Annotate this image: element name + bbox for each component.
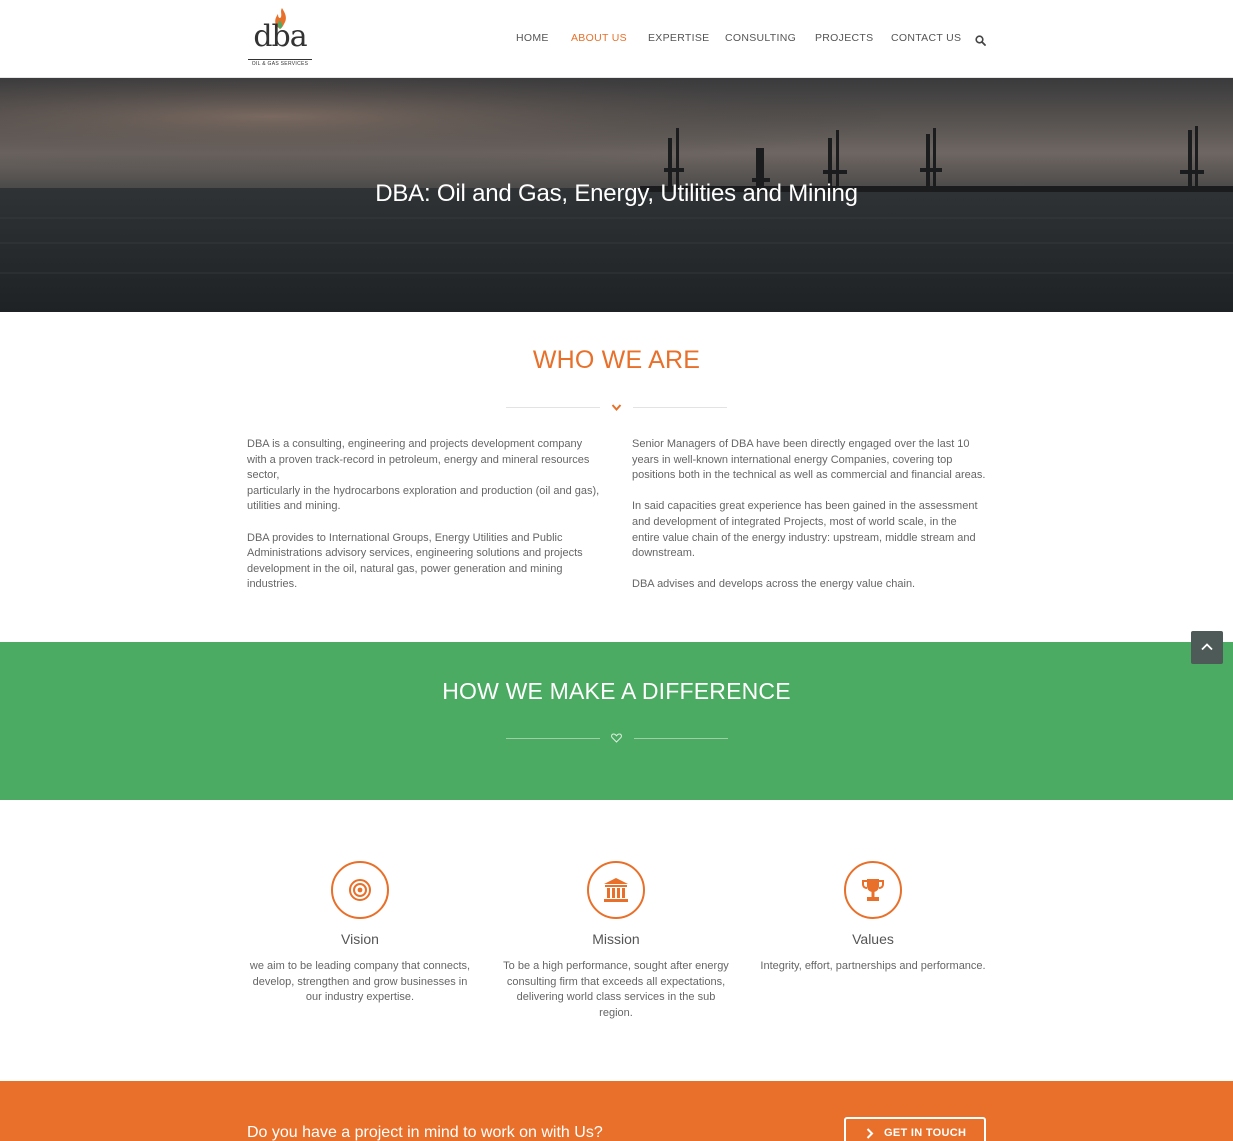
target-icon: [349, 879, 371, 901]
paragraph: DBA provides to International Groups, En…: [247, 531, 583, 591]
logo-subtitle: OIL & GAS SERVICES: [248, 59, 312, 67]
feature-text-mission: To be a high performance, sought after e…: [503, 960, 729, 1019]
paragraph: DBA advises and develops across the ener…: [632, 578, 916, 591]
chevron-right-icon: [866, 1128, 874, 1139]
cta-text: Do you have a project in mind to work on…: [247, 1124, 603, 1141]
feature-icon-circle: [587, 861, 645, 919]
paragraph-text: particularly in the hydrocarbons explora…: [247, 484, 600, 513]
who-we-are-title: WHO WE ARE: [532, 346, 701, 374]
feature-icon-circle: [331, 861, 389, 919]
divider-line: [634, 738, 728, 739]
back-to-top-button[interactable]: [1191, 631, 1223, 664]
difference-title: HOW WE MAKE A DIFFERENCE: [442, 678, 791, 704]
paragraph: In said capacities great experience has …: [632, 500, 978, 560]
who-we-are-right-column: Senior Managers of DBA have been directl…: [632, 437, 987, 609]
paragraph: DBA is a consulting, engineering and pro…: [247, 437, 602, 515]
nav-contact-us[interactable]: CONTACT US: [891, 32, 961, 44]
paragraph: Senior Managers of DBA have been directl…: [632, 438, 986, 482]
feature-title-mission: Mission: [592, 931, 640, 947]
get-in-touch-button[interactable]: GET IN TOUCH: [844, 1117, 986, 1141]
feature-icon-circle: [844, 861, 902, 919]
hero-banner: DBA: Oil and Gas, Energy, Utilities and …: [0, 78, 1233, 312]
paragraph-text: DBA is a consulting, engineering and pro…: [247, 438, 590, 482]
nav-projects[interactable]: PROJECTS: [815, 32, 873, 44]
main-nav: HOME ABOUT US EXPERTISE CONSULTING PROJE…: [0, 32, 1233, 46]
bank-icon: [604, 878, 628, 902]
nav-home[interactable]: HOME: [516, 32, 549, 44]
trophy-icon: [862, 879, 884, 901]
nav-expertise[interactable]: EXPERTISE: [648, 32, 709, 44]
get-in-touch-label: GET IN TOUCH: [884, 1127, 967, 1139]
feature-text-vision: we aim to be leading company that connec…: [249, 960, 471, 1004]
chevron-down-icon: [611, 404, 622, 412]
chevron-up-icon: [1201, 643, 1213, 651]
nav-about-us[interactable]: ABOUT US: [571, 32, 627, 44]
difference-section: HOW WE MAKE A DIFFERENCE: [0, 642, 1233, 800]
feature-title-values: Values: [852, 931, 894, 947]
site-header: dba OIL & GAS SERVICES HOME ABOUT US EXP…: [0, 0, 1233, 78]
divider-line: [506, 738, 600, 739]
heart-icon: [611, 733, 622, 743]
hero-title: DBA: Oil and Gas, Energy, Utilities and …: [375, 180, 858, 207]
divider-line: [506, 407, 600, 408]
nav-consulting[interactable]: CONSULTING: [725, 32, 796, 44]
divider-line: [633, 407, 727, 408]
feature-text-values: Integrity, effort, partnerships and perf…: [760, 960, 986, 972]
search-icon[interactable]: [975, 33, 986, 51]
who-we-are-left-column: DBA is a consulting, engineering and pro…: [247, 437, 602, 609]
cta-section: Do you have a project in mind to work on…: [0, 1081, 1233, 1141]
feature-title-vision: Vision: [341, 931, 379, 947]
